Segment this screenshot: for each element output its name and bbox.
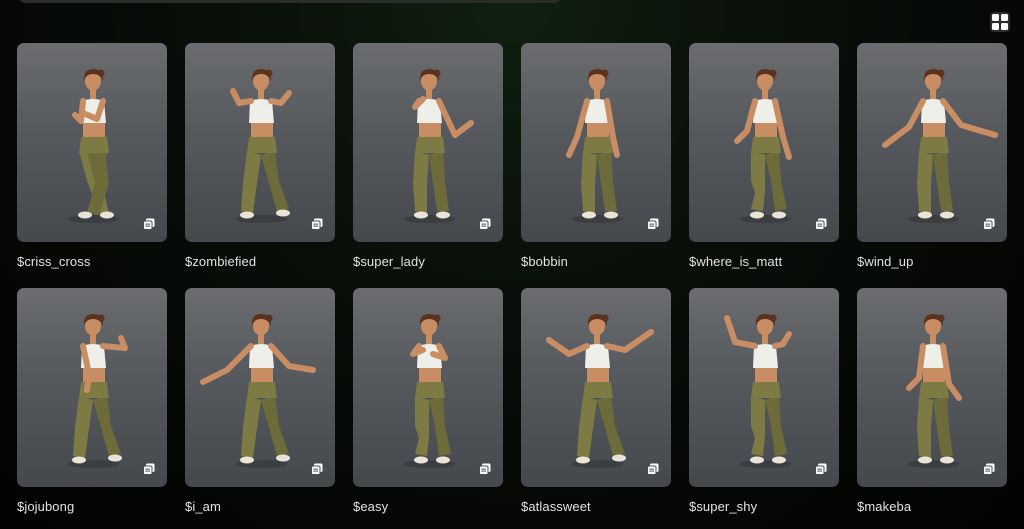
animation-thumbnail[interactable]: [185, 43, 335, 242]
animation-card-wind-up[interactable]: $wind_up: [857, 43, 1007, 269]
character-figure: [200, 314, 316, 468]
animation-card-jojubong[interactable]: $jojubong: [17, 288, 167, 514]
copy-icon[interactable]: [983, 218, 995, 230]
animation-label: $makeba: [857, 499, 912, 514]
animation-label: $atlassweet: [521, 499, 591, 514]
animation-card-super-shy[interactable]: $super_shy: [689, 288, 839, 514]
character-figure: [230, 69, 292, 223]
character-figure: [724, 314, 792, 468]
animation-label: $zombiefied: [185, 254, 257, 269]
character-figure: [566, 69, 623, 223]
animation-thumbnail[interactable]: [689, 288, 839, 487]
animation-label: $easy: [353, 499, 389, 514]
character-figure: [403, 69, 474, 223]
animation-thumbnail[interactable]: [353, 288, 503, 487]
animation-card-where-is-matt[interactable]: $where_is_matt: [689, 43, 839, 269]
character-figure: [546, 314, 654, 468]
animation-card-zombiefied[interactable]: $zombiefied: [185, 43, 335, 269]
animation-card-bobbin[interactable]: $bobbin: [521, 43, 671, 269]
copy-icon[interactable]: [647, 463, 659, 475]
animation-thumbnail[interactable]: [17, 288, 167, 487]
animation-thumbnail[interactable]: [521, 43, 671, 242]
animation-label: $where_is_matt: [689, 254, 783, 269]
animation-card-i-am[interactable]: $i_am: [185, 288, 335, 514]
animation-label: $i_am: [185, 499, 221, 514]
animation-card-super-lady[interactable]: $super_lady: [353, 43, 503, 269]
copy-icon[interactable]: [143, 463, 155, 475]
animation-label: $jojubong: [17, 499, 75, 514]
animation-thumbnail[interactable]: [17, 43, 167, 242]
character-figure: [734, 69, 792, 223]
animation-card-criss-cross[interactable]: $criss_cross: [17, 43, 167, 269]
character-figure: [906, 314, 962, 468]
search-bar-edge[interactable]: [18, 0, 562, 3]
copy-icon[interactable]: [815, 463, 827, 475]
animation-thumbnail[interactable]: [353, 43, 503, 242]
character-figure: [882, 69, 998, 223]
copy-icon[interactable]: [647, 218, 659, 230]
animation-card-atlassweet[interactable]: $atlassweet: [521, 288, 671, 514]
animation-label: $super_lady: [353, 254, 425, 269]
animation-label: $criss_cross: [17, 254, 91, 269]
copy-icon[interactable]: [311, 463, 323, 475]
copy-icon[interactable]: [143, 218, 155, 230]
animation-thumbnail[interactable]: [689, 43, 839, 242]
character-figure: [67, 314, 128, 468]
animation-thumbnail[interactable]: [185, 288, 335, 487]
animation-thumbnail[interactable]: [857, 288, 1007, 487]
animation-label: $wind_up: [857, 254, 914, 269]
copy-icon[interactable]: [479, 463, 491, 475]
animation-label: $super_shy: [689, 499, 758, 514]
grid-view-icon[interactable]: [990, 12, 1010, 32]
animation-label: $bobbin: [521, 254, 568, 269]
animation-thumbnail[interactable]: [521, 288, 671, 487]
animation-thumbnail[interactable]: [857, 43, 1007, 242]
copy-icon[interactable]: [479, 218, 491, 230]
character-figure: [67, 69, 119, 223]
character-figure: [403, 314, 455, 468]
copy-icon[interactable]: [311, 218, 323, 230]
animation-card-easy[interactable]: $easy: [353, 288, 503, 514]
copy-icon[interactable]: [815, 218, 827, 230]
animation-card-makeba[interactable]: $makeba: [857, 288, 1007, 514]
copy-icon[interactable]: [983, 463, 995, 475]
